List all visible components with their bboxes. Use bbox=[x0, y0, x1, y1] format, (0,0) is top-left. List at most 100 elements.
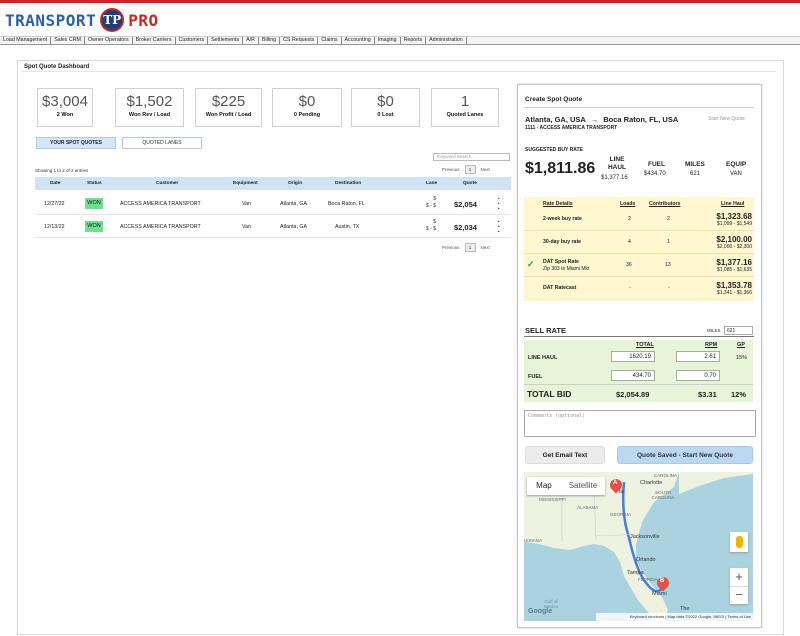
col-date[interactable]: Date bbox=[50, 181, 60, 186]
sell-divider bbox=[524, 336, 754, 337]
pager-next[interactable]: Next bbox=[481, 167, 490, 172]
rate-sub: Zip 303 to Miami Mkt bbox=[543, 266, 590, 272]
stat-value: 1 bbox=[460, 93, 470, 110]
brand-logo[interactable]: TRANSPORT TP PRO bbox=[5, 8, 159, 32]
table-row[interactable]: 12/27/22 WON ACCESS AMERICA TRANSPORT Va… bbox=[35, 193, 511, 215]
col-quote[interactable]: Quote bbox=[463, 181, 477, 186]
row-customer: ACCESS AMERICA TRANSPORT bbox=[120, 224, 201, 230]
stat-value: $1,502 bbox=[126, 93, 173, 110]
comments-textarea[interactable]: Comments (optional) bbox=[524, 410, 756, 437]
nav-accounting[interactable]: Accounting bbox=[342, 37, 375, 44]
panel-title: Create Spot Quote bbox=[525, 96, 583, 103]
keyword-search-input[interactable]: Keyword search bbox=[433, 153, 510, 161]
nav-billing[interactable]: Billing bbox=[259, 37, 281, 44]
pager-next[interactable]: Next bbox=[481, 245, 490, 250]
map-tab-satellite[interactable]: Satellite bbox=[561, 477, 605, 495]
nav-imaging[interactable]: Imaging bbox=[375, 37, 401, 44]
quote-saved-start-new-button[interactable]: Quote Saved - Start New Quote bbox=[617, 446, 753, 464]
total-bid-label: TOTAL BID bbox=[527, 389, 572, 399]
rate-row: 30-day buy rate 4 1 $2,100.00 $2,000 - $… bbox=[524, 232, 754, 254]
row-menu-icon[interactable]: · · · bbox=[497, 218, 501, 236]
rate-loads: 36 bbox=[626, 262, 632, 268]
tab-quoted-lanes[interactable]: QUOTED LANES bbox=[122, 137, 202, 149]
fuel-total-input[interactable]: 434.70 bbox=[611, 370, 655, 381]
table-row[interactable]: 12/13/22 WON ACCESS AMERICA TRANSPORT Va… bbox=[35, 216, 511, 238]
sell-col-total: TOTAL bbox=[636, 342, 654, 348]
miles-value: 621 bbox=[690, 171, 701, 177]
fuel-label: FUEL bbox=[648, 161, 665, 168]
panel-divider bbox=[524, 107, 754, 108]
rate-details-table: Rate Details Loads Contributors Line Hau… bbox=[524, 197, 754, 301]
tab-your-spot-quotes[interactable]: YOUR SPOT QUOTES bbox=[36, 137, 116, 149]
get-email-text-button[interactable]: Get Email Text bbox=[525, 446, 605, 464]
col-equipment[interactable]: Equipment bbox=[233, 181, 258, 186]
rate-name: 2-week buy rate bbox=[543, 216, 582, 222]
rate-row: DAT Ratecast - - $1,353.78 $1,341 - $1,3… bbox=[524, 278, 754, 300]
row-origin: Atlanta, GA bbox=[280, 201, 308, 207]
stat-label: Quoted Lanes bbox=[446, 112, 484, 118]
pager-previous[interactable]: Previous bbox=[442, 245, 460, 250]
map-label-orlando: Orlando bbox=[636, 557, 656, 563]
sell-line-haul-label: LINE HAUL bbox=[528, 355, 558, 361]
pager-page[interactable]: 1 bbox=[464, 243, 476, 252]
equip-value: VAN bbox=[730, 171, 742, 177]
showing-entries: Showing 1 to 2 of 2 entries bbox=[35, 168, 89, 173]
bid-divider bbox=[524, 384, 753, 385]
nav-customers[interactable]: Customers bbox=[176, 37, 209, 44]
fuel-rpm-input[interactable]: 0.70 bbox=[676, 370, 720, 381]
nav-broker-carriers[interactable]: Broker Carriers bbox=[133, 37, 176, 44]
line-haul-rpm-input[interactable]: 2.61 bbox=[676, 351, 720, 362]
map-tab-map[interactable]: Map bbox=[527, 477, 561, 495]
col-customer[interactable]: Customer bbox=[156, 181, 178, 186]
nav-administration[interactable]: Administration bbox=[426, 37, 467, 44]
pager-page[interactable]: 1 bbox=[464, 165, 476, 174]
nav-cs-requests[interactable]: CS Requests bbox=[280, 37, 319, 44]
zoom-out-icon[interactable]: − bbox=[730, 586, 748, 604]
line-haul-total-input[interactable]: 1620.19 bbox=[611, 351, 655, 362]
map-label-georgia: GEORGIA bbox=[610, 512, 632, 517]
col-origin[interactable]: Origin bbox=[288, 181, 302, 186]
fuel-value: $434.70 bbox=[644, 171, 666, 177]
pager-top: Previous 1 Next bbox=[442, 165, 490, 174]
lane-top: $ bbox=[433, 196, 436, 202]
stat-label: 2 Won bbox=[56, 112, 74, 118]
row-menu-icon[interactable]: · · · bbox=[497, 195, 501, 213]
miles-label: MILES bbox=[685, 161, 705, 168]
sell-miles-label: MILES bbox=[707, 328, 721, 333]
map-footer[interactable]: Keyboard shortcuts | Map data ©2022 Goog… bbox=[596, 613, 753, 621]
row-equipment: Van bbox=[242, 224, 252, 230]
sell-miles-input[interactable]: 621 bbox=[724, 326, 753, 335]
marker-b-label: B bbox=[660, 578, 665, 584]
row-quote: $2,054 bbox=[454, 200, 477, 209]
suggested-buy-value: $1,811.86 bbox=[525, 160, 596, 177]
map-label-south-carolina: SOUTH CAROLINA bbox=[651, 490, 675, 500]
pegman-icon[interactable] bbox=[730, 532, 748, 552]
nav-sales-crm[interactable]: Sales CRM bbox=[51, 37, 85, 44]
col-status[interactable]: Status bbox=[87, 181, 102, 186]
rate-row: ✓ DAT Spot Rate Zip 303 to Miami Mkt 36 … bbox=[524, 255, 754, 277]
rate-range: $2,000 - $2,300 bbox=[716, 244, 752, 250]
col-destination[interactable]: Destination bbox=[335, 181, 361, 186]
map-label-florida: FLORIDA bbox=[638, 577, 658, 582]
total-bid-value: $2,054.89 bbox=[616, 390, 650, 399]
map-label-louisiana: UISIANA bbox=[524, 538, 543, 543]
nav-ar[interactable]: A/R bbox=[243, 37, 259, 44]
col-lane[interactable]: Lane bbox=[426, 181, 437, 186]
route-map[interactable]: Map Satellite MISSISSIPPI ALABAMA GEORGI… bbox=[524, 472, 753, 621]
start-new-quote-link[interactable]: Start New Quote bbox=[708, 116, 745, 122]
nav-claims[interactable]: Claims bbox=[318, 37, 342, 44]
rate-value: $2,100.00 bbox=[716, 235, 752, 244]
nav-load-management[interactable]: Load Management bbox=[0, 37, 52, 44]
nav-owner-operators[interactable]: Owner Operators bbox=[85, 37, 133, 44]
zoom-in-icon[interactable]: + bbox=[730, 568, 748, 586]
map-label-tampa: Tampa bbox=[627, 570, 644, 576]
nav-settlements[interactable]: Settlements bbox=[208, 37, 244, 44]
zoom-control: + − bbox=[730, 568, 748, 604]
sell-col-gp: GP bbox=[737, 342, 745, 348]
page-title: Spot Quote Dashboard bbox=[24, 64, 90, 70]
pager-previous[interactable]: Previous bbox=[442, 167, 460, 172]
map-label-the: The bbox=[680, 606, 690, 612]
line-haul-value: $1,377.16 bbox=[601, 175, 628, 181]
nav-reports[interactable]: Reports bbox=[401, 37, 427, 44]
rate-col-details: Rate Details bbox=[543, 201, 573, 207]
